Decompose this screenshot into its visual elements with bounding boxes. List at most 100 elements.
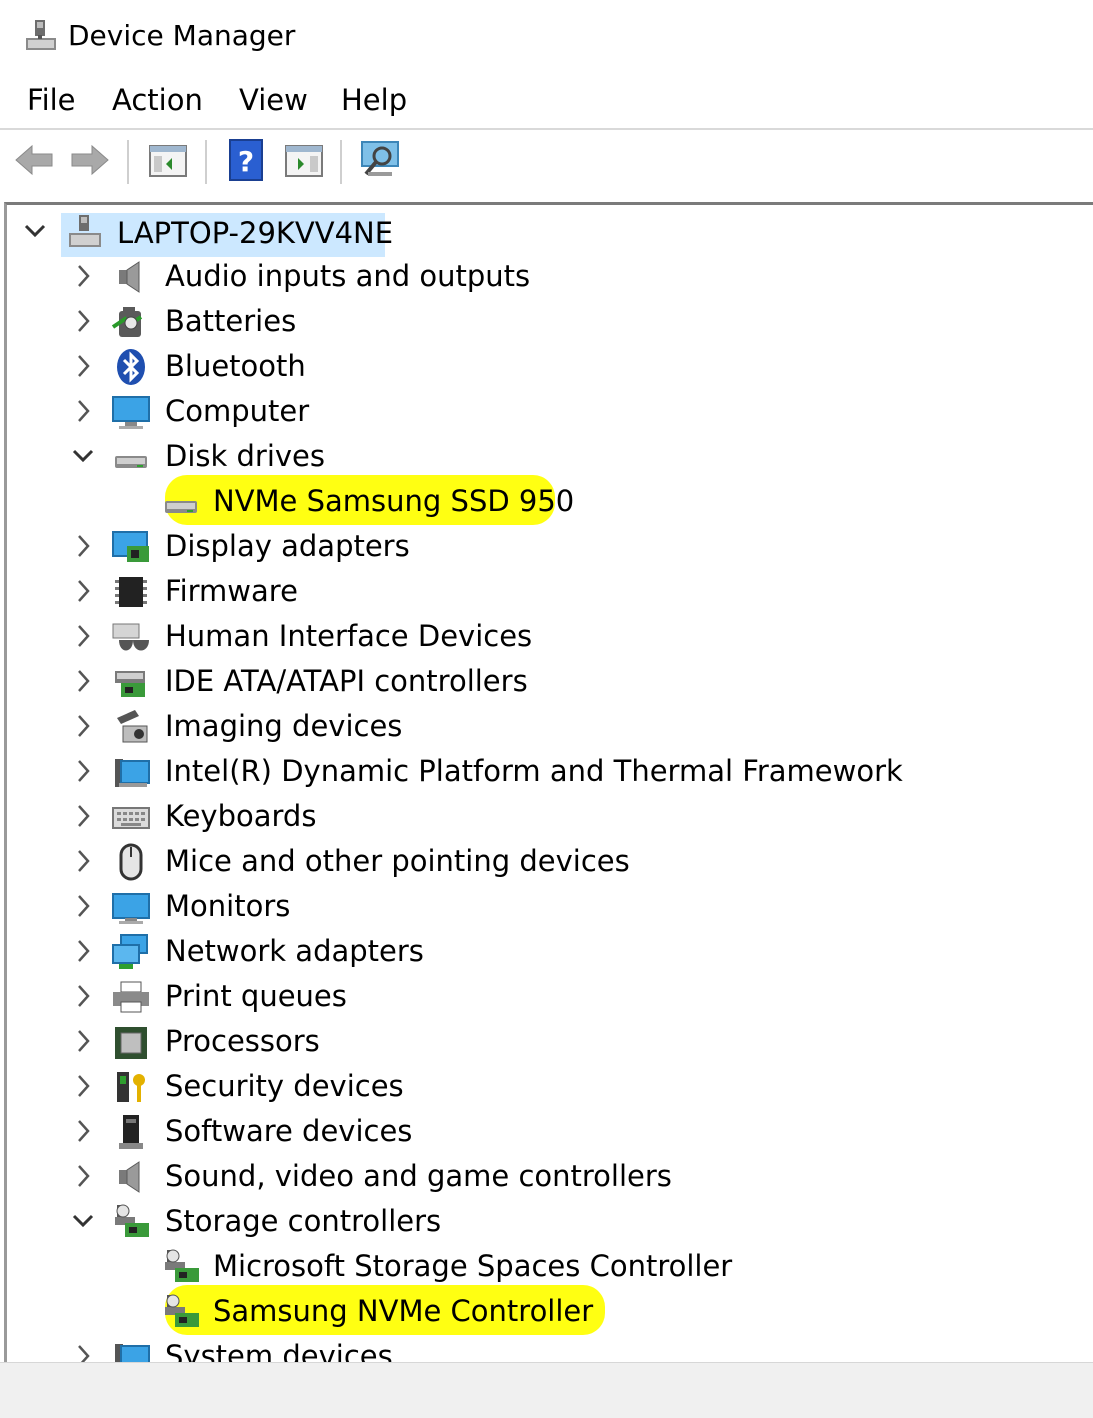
chevron-right-icon[interactable] [69,665,97,697]
disk-drive-icon [165,501,197,513]
tree-category-system-devices[interactable]: System devices [7,1334,1087,1365]
tree-item-label: Security devices [165,1069,404,1103]
tree-item-label: Mice and other pointing devices [165,844,630,878]
chevron-right-icon[interactable] [69,1025,97,1057]
scan-hardware-icon[interactable] [358,138,402,182]
tree-category-storage-controllers[interactable]: Storage controllers [7,1199,1087,1244]
speaker-icon [119,261,140,293]
chevron-right-icon[interactable] [69,845,97,877]
tree-category-imaging-devices[interactable]: Imaging devices [7,704,1087,749]
tree-category-intel-r-dynamic-platform-and-thermal-framework[interactable]: Intel(R) Dynamic Platform and Thermal Fr… [7,749,1087,794]
printer-icon [113,981,149,1013]
tree-category-security-devices[interactable]: Security devices [7,1064,1087,1109]
tree-item-label: Keyboards [165,799,317,833]
tree-item-label: System devices [165,1339,393,1365]
tree-category-bluetooth[interactable]: Bluetooth [7,344,1087,389]
tree-category-network-adapters[interactable]: Network adapters [7,929,1087,974]
chevron-right-icon[interactable] [69,1115,97,1147]
back-icon[interactable] [12,138,56,182]
tree-root-label: LAPTOP-29KVV4NE [117,216,394,250]
forward-icon[interactable] [68,138,112,182]
chevron-right-icon[interactable] [69,755,97,787]
chevron-down-icon[interactable] [21,215,49,247]
tree-category-human-interface-devices[interactable]: Human Interface Devices [7,614,1087,659]
tree-category-sound-video-and-game-controllers[interactable]: Sound, video and game controllers [7,1154,1087,1199]
chevron-right-icon[interactable] [69,530,97,562]
tree-item-label: Firmware [165,574,298,608]
network-icon [112,934,148,969]
tree-category-software-devices[interactable]: Software devices [7,1109,1087,1154]
tree-item-label: Audio inputs and outputs [165,259,531,293]
tree-category-processors[interactable]: Processors [7,1019,1087,1064]
chevron-right-icon[interactable] [69,305,97,337]
tree-device-nvme-samsung-ssd-950[interactable]: NVMe Samsung SSD 950 [7,475,1087,525]
tree-item-label: Storage controllers [165,1204,442,1238]
tree-item-label: IDE ATA/ATAPI controllers [165,664,528,698]
tree-item-label: Computer [165,394,310,428]
tree-root[interactable]: LAPTOP-29KVV4NE [7,209,1087,257]
tree-item-label: Disk drives [165,439,326,473]
tree-device-microsoft-storage-spaces-controller[interactable]: Microsoft Storage Spaces Controller [7,1244,1087,1289]
chevron-right-icon[interactable] [69,260,97,292]
tree-category-audio-inputs-and-outputs[interactable]: Audio inputs and outputs [7,254,1087,299]
bluetooth-icon [117,349,145,385]
chevron-down-icon[interactable] [69,1205,97,1237]
tree-device-samsung-nvme-controller[interactable]: Samsung NVMe Controller [7,1285,1087,1335]
tree-item-label: Microsoft Storage Spaces Controller [213,1249,733,1283]
chevron-down-icon[interactable] [69,440,97,472]
show-hide-console-tree-icon[interactable] [146,138,190,182]
help-icon[interactable]: ? [224,138,268,182]
tree-item-label: Network adapters [165,934,424,968]
tree-category-keyboards[interactable]: Keyboards [7,794,1087,839]
tree-category-computer[interactable]: Computer [7,389,1087,434]
tree-item-label: Software devices [165,1114,413,1148]
window-title: Device Manager [68,19,296,52]
computer-icon [112,396,150,429]
tree-category-display-adapters[interactable]: Display adapters [7,524,1087,569]
chevron-right-icon[interactable] [69,935,97,967]
menu-view[interactable]: View [239,82,308,118]
chevron-right-icon[interactable] [69,1160,97,1192]
tree-item-label: Human Interface Devices [165,619,533,653]
tree-item-label: Display adapters [165,529,410,563]
menu-file[interactable]: File [27,82,76,118]
device-tree: LAPTOP-29KVV4NE Audio inputs and outputs… [4,202,1093,1365]
tree-category-batteries[interactable]: Batteries [7,299,1087,344]
speaker-icon [119,1161,140,1193]
tree-item-label: Bluetooth [165,349,306,383]
tree-category-mice-and-other-pointing-devices[interactable]: Mice and other pointing devices [7,839,1087,884]
camera-icon [117,710,148,743]
menu-action[interactable]: Action [112,82,203,118]
menu-help[interactable]: Help [341,82,407,118]
chevron-right-icon[interactable] [69,800,97,832]
properties-pane-icon[interactable] [282,138,326,182]
chevron-right-icon[interactable] [69,575,97,607]
tree-category-print-queues[interactable]: Print queues [7,974,1087,1019]
tree-item-label: Intel(R) Dynamic Platform and Thermal Fr… [165,754,903,788]
disk-drive-icon [115,456,147,468]
device-manager-icon [26,20,56,50]
chevron-right-icon[interactable] [69,350,97,382]
storage-controller-icon [165,1249,199,1282]
tree-category-monitors[interactable]: Monitors [7,884,1087,929]
tree-item-label: Samsung NVMe Controller [213,1294,594,1328]
hid-icon [112,623,149,651]
processor-icon [115,1027,147,1059]
chevron-right-icon[interactable] [69,620,97,652]
svg-text:?: ? [238,145,254,178]
software-device-icon [119,1115,143,1149]
security-key-icon [117,1072,145,1102]
tree-category-ide-ata-atapi-controllers[interactable]: IDE ATA/ATAPI controllers [7,659,1087,704]
tree-category-firmware[interactable]: Firmware [7,569,1087,614]
toolbar-separator [205,140,207,184]
chevron-right-icon[interactable] [69,890,97,922]
status-bar [0,1362,1093,1418]
mouse-icon [119,843,143,881]
tree-category-disk-drives[interactable]: Disk drives [7,434,1087,479]
chevron-right-icon[interactable] [69,980,97,1012]
tree-item-label: NVMe Samsung SSD 950 [213,484,575,518]
chevron-right-icon[interactable] [69,395,97,427]
chevron-right-icon[interactable] [69,710,97,742]
chevron-right-icon[interactable] [69,1070,97,1102]
tree-item-label: Monitors [165,889,291,923]
